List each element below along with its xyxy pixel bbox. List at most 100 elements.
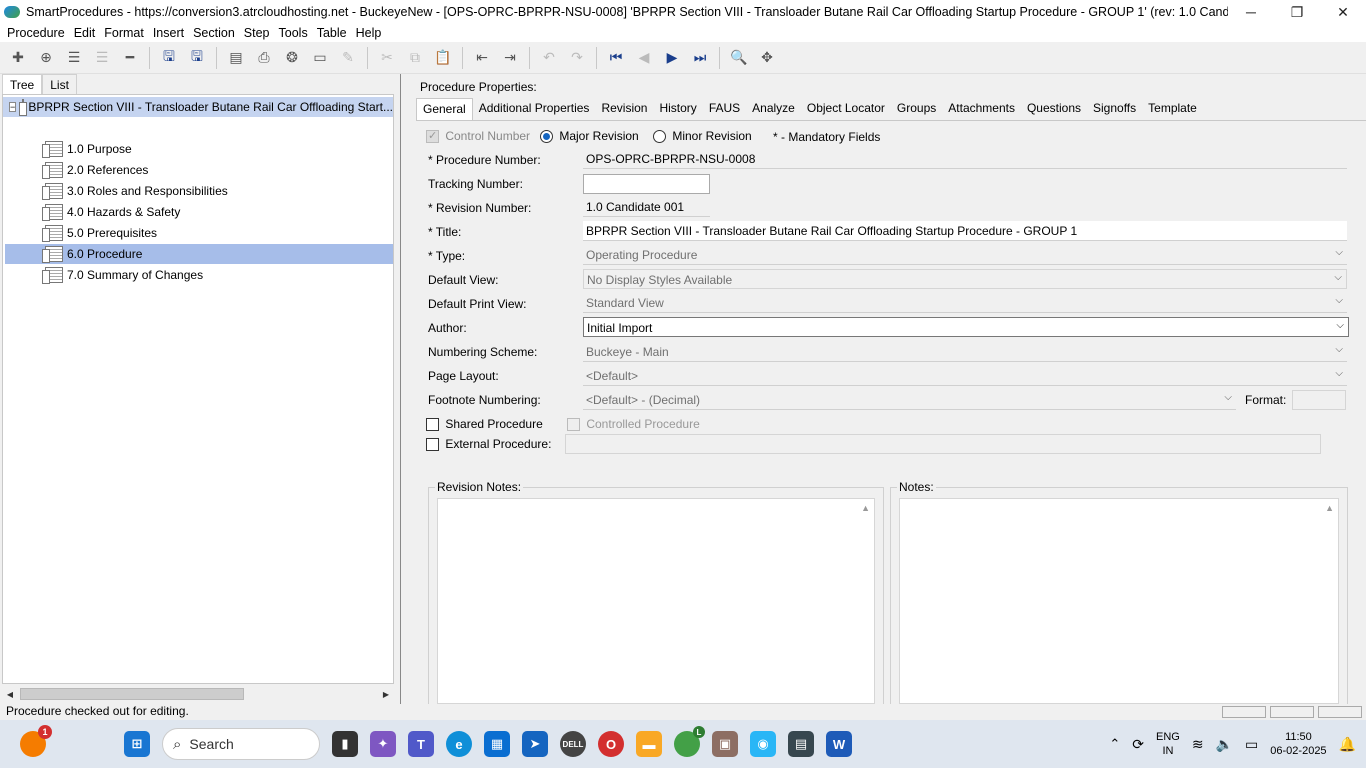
default-print-view-select[interactable]: Standard View ⌵: [583, 293, 1347, 313]
redo-icon[interactable]: ↷: [566, 47, 588, 69]
default-view-select[interactable]: No Display Styles Available ⌵: [583, 269, 1347, 289]
find-icon[interactable]: 🔍: [728, 47, 750, 69]
teams-icon[interactable]: T: [408, 731, 434, 757]
edge-icon[interactable]: e: [446, 731, 472, 757]
tracking-number-input[interactable]: [583, 174, 710, 194]
tab-additional-properties[interactable]: Additional Properties: [473, 98, 596, 120]
volume-icon[interactable]: 🔈: [1216, 737, 1233, 751]
link-icon[interactable]: ❂: [281, 47, 303, 69]
taskbar-search[interactable]: ⌕ Search: [162, 728, 320, 760]
close-button[interactable]: ✕: [1320, 0, 1366, 24]
menu-procedure[interactable]: Procedure: [4, 26, 71, 40]
previous-icon[interactable]: ◀: [633, 47, 655, 69]
numbering-scheme-select[interactable]: Buckeye - Main ⌵: [583, 342, 1347, 362]
tree-item-hazards[interactable]: 4.0 Hazards & Safety: [42, 202, 180, 222]
scroll-track[interactable]: [18, 687, 378, 701]
tab-analyze[interactable]: Analyze: [746, 98, 801, 120]
scroll-up-icon[interactable]: ▲: [861, 503, 870, 513]
control-number-checkbox[interactable]: [426, 129, 439, 144]
major-revision-radio[interactable]: [540, 130, 553, 144]
restore-button[interactable]: ❐: [1274, 0, 1320, 24]
power-automate-icon[interactable]: ➤: [522, 731, 548, 757]
shared-procedure-row[interactable]: Shared Procedure: [426, 417, 543, 432]
control-number-checkbox-row[interactable]: Control Number: [426, 129, 530, 144]
tab-tree[interactable]: Tree: [2, 74, 43, 96]
chrome-icon[interactable]: L: [674, 726, 705, 757]
controlled-procedure-row[interactable]: Controlled Procedure: [567, 417, 700, 432]
save-all-icon[interactable]: 🖫: [158, 47, 180, 69]
opera-icon[interactable]: O: [598, 731, 624, 757]
menu-insert[interactable]: Insert: [150, 26, 190, 40]
format-field[interactable]: [1292, 390, 1346, 410]
tree-horizontal-scrollbar[interactable]: ◀ ▶: [2, 684, 394, 704]
scroll-right-icon[interactable]: ▶: [378, 690, 394, 699]
menu-edit[interactable]: Edit: [71, 26, 102, 40]
minor-revision-radio[interactable]: [653, 130, 666, 144]
list-icon[interactable]: ☰: [63, 47, 85, 69]
tab-history[interactable]: History: [653, 98, 702, 120]
tree-item-prerequisites[interactable]: 5.0 Prerequisites: [42, 223, 157, 243]
procedure-tree[interactable]: − BPRPR Section VIII - Transloader Butan…: [2, 94, 394, 684]
print-icon[interactable]: ⎙: [253, 47, 275, 69]
clock[interactable]: 11:50 06-02-2025: [1270, 730, 1326, 758]
list-disabled-icon[interactable]: ☰: [91, 47, 113, 69]
tree-item-summary[interactable]: 7.0 Summary of Changes: [42, 265, 203, 285]
minor-revision-radio-row[interactable]: Minor Revision: [653, 129, 752, 144]
remove-icon[interactable]: ━: [119, 47, 141, 69]
notes-textarea[interactable]: ▲: [899, 498, 1339, 704]
menu-section[interactable]: Section: [190, 26, 241, 40]
cut-icon[interactable]: ✂: [376, 47, 398, 69]
dell-icon[interactable]: DELL: [560, 731, 586, 757]
menu-help[interactable]: Help: [353, 26, 388, 40]
outdent-icon[interactable]: ⇤: [471, 47, 493, 69]
menu-tools[interactable]: Tools: [276, 26, 314, 40]
move-icon[interactable]: ✥: [756, 47, 778, 69]
external-procedure-field[interactable]: [565, 434, 1321, 454]
first-icon[interactable]: ⏮: [605, 47, 627, 69]
word-icon[interactable]: W: [826, 731, 852, 757]
external-procedure-checkbox[interactable]: [426, 438, 439, 452]
next-icon[interactable]: ▶: [661, 47, 683, 69]
tree-item-roles[interactable]: 3.0 Roles and Responsibilities: [42, 181, 228, 201]
file-explorer-icon[interactable]: ▬: [636, 731, 662, 757]
scroll-up-icon[interactable]: ▲: [1325, 503, 1334, 513]
tab-questions[interactable]: Questions: [1021, 98, 1087, 120]
last-icon[interactable]: ⏭: [689, 47, 711, 69]
scroll-thumb[interactable]: [20, 688, 244, 700]
indent-icon[interactable]: ⇥: [499, 47, 521, 69]
shared-procedure-checkbox[interactable]: [426, 418, 439, 432]
tab-signoffs[interactable]: Signoffs: [1087, 98, 1142, 120]
battery-icon[interactable]: ▭: [1245, 737, 1258, 751]
tab-groups[interactable]: Groups: [891, 98, 942, 120]
notifications-icon[interactable]: 🔔: [1339, 737, 1356, 751]
menu-step[interactable]: Step: [241, 26, 276, 40]
store-icon[interactable]: ▦: [484, 731, 510, 757]
menu-format[interactable]: Format: [101, 26, 150, 40]
controlled-procedure-checkbox[interactable]: [567, 418, 580, 432]
tree-item-purpose[interactable]: 1.0 Purpose: [42, 139, 132, 159]
paste-icon[interactable]: 📋: [432, 47, 454, 69]
copilot-icon[interactable]: ✦: [370, 731, 396, 757]
task-view-icon[interactable]: ▮: [332, 731, 358, 757]
type-select[interactable]: Operating Procedure ⌵: [583, 245, 1347, 265]
frame-icon[interactable]: ▭: [309, 47, 331, 69]
author-select[interactable]: Initial Import ⌵: [583, 317, 1349, 337]
tab-list[interactable]: List: [42, 74, 77, 96]
edit-disabled-icon[interactable]: ✎: [337, 47, 359, 69]
revision-number-field[interactable]: 1.0 Candidate 001: [583, 197, 710, 217]
tab-attachments[interactable]: Attachments: [942, 98, 1021, 120]
tree-item-procedure[interactable]: 6.0 Procedure: [5, 244, 393, 264]
panel-splitter[interactable]: [400, 74, 406, 704]
network-sync-icon[interactable]: ⟳: [1132, 737, 1144, 751]
title-input[interactable]: BPRPR Section VIII - Transloader Butane …: [583, 221, 1347, 241]
remote-desktop-icon[interactable]: ▤: [788, 731, 814, 757]
major-revision-radio-row[interactable]: Major Revision: [540, 129, 639, 144]
page-layout-select[interactable]: <Default> ⌵: [583, 366, 1347, 386]
add-child-icon[interactable]: ⊕: [35, 47, 57, 69]
show-hidden-icons-icon[interactable]: ⌃: [1109, 737, 1120, 751]
remote-app-icon[interactable]: ▣: [712, 731, 738, 757]
tab-object-locator[interactable]: Object Locator: [801, 98, 891, 120]
menu-table[interactable]: Table: [314, 26, 353, 40]
procedure-number-field[interactable]: OPS-OPRC-BPRPR-NSU-0008: [583, 149, 1347, 169]
undo-icon[interactable]: ↶: [538, 47, 560, 69]
